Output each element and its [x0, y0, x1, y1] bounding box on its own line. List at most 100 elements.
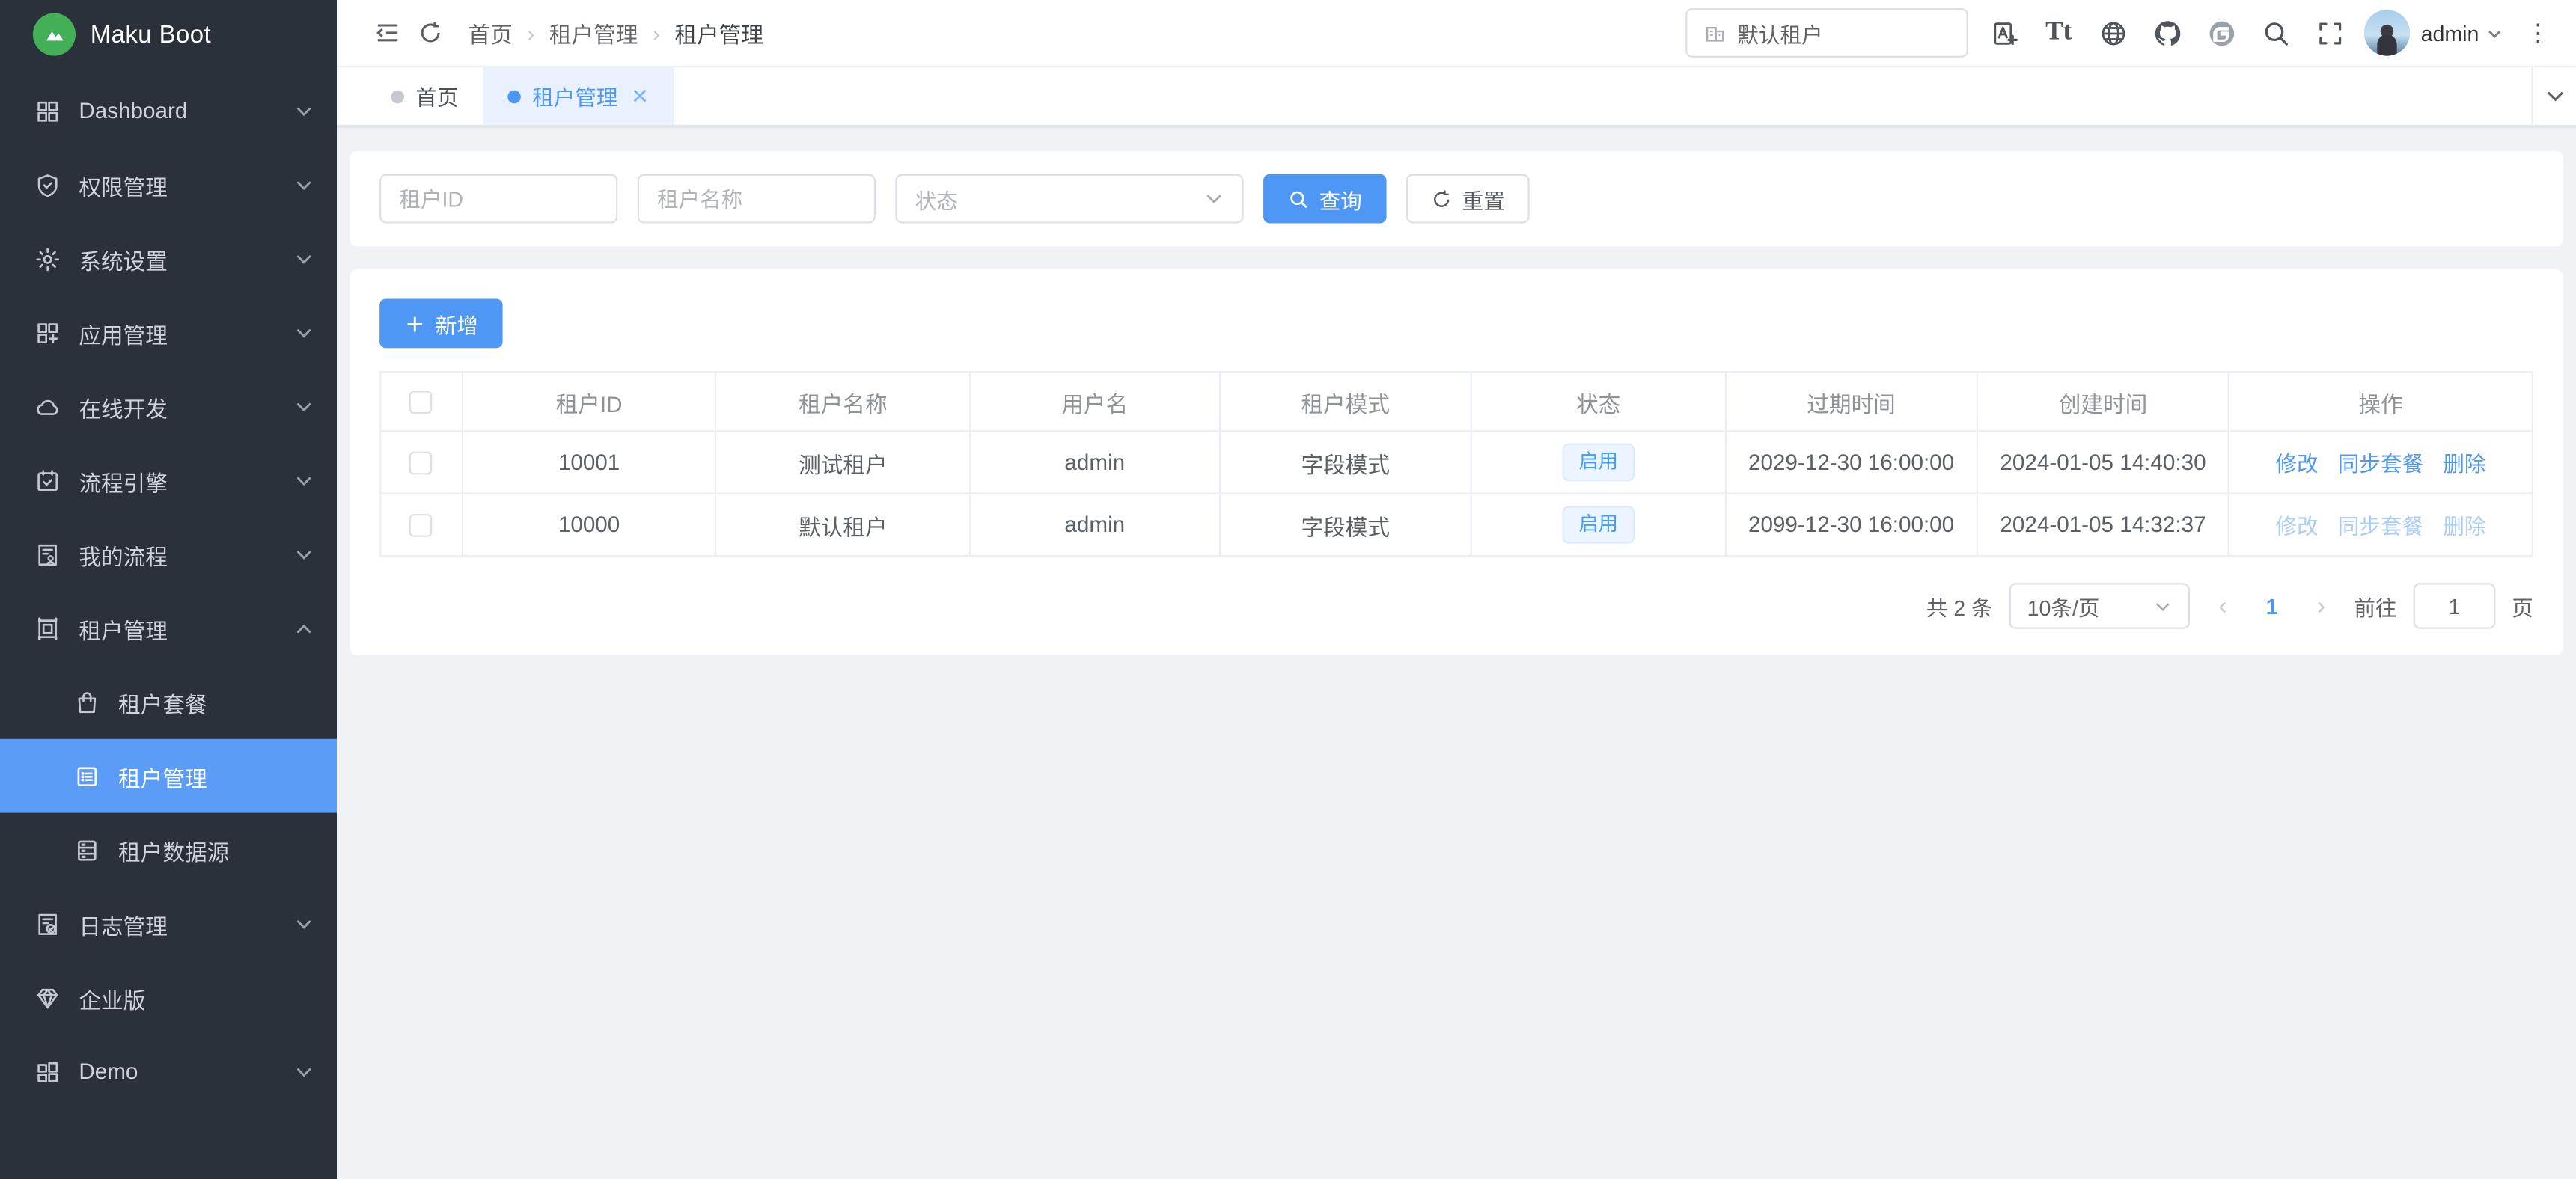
sidebar-item-7[interactable]: 租户管理 [0, 591, 337, 665]
sidebar-item-12[interactable]: 企业版 [0, 961, 337, 1035]
fullscreen-icon[interactable] [2303, 8, 2357, 58]
gear-icon [33, 245, 61, 272]
tab-label: 首页 [415, 81, 458, 112]
sidebar-item-label: Dashboard [79, 99, 294, 123]
tab-1-active[interactable]: 租户管理 ✕ [483, 67, 673, 125]
sidebar-item-1[interactable]: 权限管理 [0, 148, 337, 222]
top-navbar: 首页›租户管理›租户管理 默认租户 Tt admin ⋮ [337, 0, 2576, 67]
refresh-icon[interactable] [409, 11, 452, 54]
sidebar-item-11[interactable]: 日志管理 [0, 886, 337, 961]
gem-icon [33, 984, 61, 1011]
kebab-menu-icon[interactable]: ⋮ [2520, 8, 2556, 58]
next-page-button[interactable]: › [2305, 592, 2338, 619]
globe-icon[interactable] [2086, 8, 2140, 58]
sidebar-item-label: 租户套餐 [118, 685, 314, 718]
tenant-select[interactable]: 默认租户 [1685, 8, 1968, 58]
sidebar-item-10[interactable]: 租户数据源 [0, 813, 337, 887]
list-icon [73, 762, 100, 790]
cell-create-time: 2024-01-05 14:40:30 [1977, 431, 2229, 493]
column-header: 用户名 [970, 372, 1220, 431]
sidebar-item-13[interactable]: Demo [0, 1035, 337, 1109]
search-icon [1288, 188, 1310, 209]
page-content: 状态 查询 重置 新增 租户ID租户名称用户名租户模式状态过期时间创建时间操作 [337, 128, 2576, 1179]
action-link-1[interactable]: 同步套餐 [2338, 514, 2423, 539]
close-icon[interactable]: ✕ [631, 85, 649, 107]
breadcrumb-item[interactable]: 首页 [468, 16, 513, 49]
user-menu[interactable]: admin [2421, 20, 2504, 45]
font-size-icon[interactable]: Tt [2031, 8, 2085, 58]
chevron-down-icon [294, 101, 314, 120]
frame-icon [33, 614, 61, 642]
topbar-icons: Tt [1977, 8, 2357, 58]
sidebar-item-0[interactable]: Dashboard [0, 74, 337, 148]
action-link-0[interactable]: 修改 [2275, 452, 2318, 477]
sidebar-item-4[interactable]: 在线开发 [0, 370, 337, 444]
github-icon[interactable] [2140, 8, 2194, 58]
sidebar-item-8[interactable]: 租户套餐 [0, 665, 337, 739]
action-link-1[interactable]: 同步套餐 [2338, 452, 2423, 477]
breadcrumb-item: 租户管理 [675, 16, 764, 49]
current-page[interactable]: 1 [2256, 594, 2289, 619]
tabs-dropdown-icon[interactable] [2532, 67, 2576, 125]
table-row: 10001 测试租户 admin 字段模式 启用 2029-12-30 16:0… [380, 431, 2533, 493]
sidebar-collapse-icon[interactable] [367, 11, 409, 54]
chevron-down-icon [294, 471, 314, 490]
app-logo[interactable]: Maku Boot [0, 0, 337, 69]
table-row: 10000 默认租户 admin 字段模式 启用 2099-12-30 16:0… [380, 494, 2533, 556]
select-all-checkbox[interactable] [409, 391, 433, 414]
avatar[interactable] [2363, 10, 2409, 55]
column-header: 过期时间 [1725, 372, 1977, 431]
tenant-id-input[interactable] [379, 174, 617, 224]
translate-icon[interactable] [1977, 8, 2031, 58]
action-link-2[interactable]: 删除 [2443, 514, 2485, 539]
goto-page-input[interactable] [2414, 583, 2496, 628]
chevron-down-icon [294, 175, 314, 195]
add-button[interactable]: 新增 [379, 299, 503, 349]
sidebar-item-3[interactable]: 应用管理 [0, 295, 337, 370]
sidebar-item-label: 日志管理 [79, 907, 294, 940]
sidebar-item-6[interactable]: 我的流程 [0, 517, 337, 591]
cell-create-time: 2024-01-05 14:32:37 [1977, 494, 2229, 556]
chevron-up-icon [294, 618, 314, 637]
cell-mode: 字段模式 [1220, 494, 1471, 556]
sidebar-item-label: 权限管理 [79, 168, 294, 201]
chevron-down-icon [2154, 597, 2172, 615]
cell-tenant-name: 默认租户 [716, 494, 970, 556]
sidebar-item-2[interactable]: 系统设置 [0, 221, 337, 295]
column-header: 状态 [1471, 372, 1725, 431]
sidebar: Maku Boot Dashboard 权限管理系统设置应用管理在线开发流程引擎我… [0, 0, 337, 1179]
tab-dot [391, 90, 404, 103]
sidebar-item-label: 租户管理 [79, 612, 294, 645]
status-select[interactable]: 状态 [895, 174, 1243, 224]
page-size-select[interactable]: 10条/页 [2009, 583, 2190, 628]
gitee-icon[interactable] [2194, 8, 2248, 58]
chevron-down-icon [294, 396, 314, 416]
action-link-0[interactable]: 修改 [2275, 514, 2318, 539]
chevron-down-icon [294, 545, 314, 564]
column-header: 租户模式 [1220, 372, 1471, 431]
tab-label: 租户管理 [532, 81, 617, 112]
cell-username: admin [970, 494, 1220, 556]
reset-button[interactable]: 重置 [1406, 174, 1530, 224]
sidebar-item-9-active[interactable]: 租户管理 [0, 739, 337, 813]
table-header-row: 租户ID租户名称用户名租户模式状态过期时间创建时间操作 [380, 372, 2533, 431]
search-icon[interactable] [2248, 8, 2302, 58]
row-checkbox[interactable] [409, 452, 433, 475]
breadcrumb-separator: › [528, 20, 535, 45]
row-checkbox[interactable] [409, 515, 433, 538]
sidebar-item-label: 流程引擎 [79, 464, 294, 497]
search-button[interactable]: 查询 [1263, 174, 1387, 224]
breadcrumb-item[interactable]: 租户管理 [549, 16, 638, 49]
column-header: 操作 [2229, 372, 2533, 431]
status-select-placeholder: 状态 [915, 183, 958, 215]
user-name: admin [2421, 20, 2479, 45]
shield-check-icon [33, 171, 61, 198]
cell-tenant-id: 10000 [462, 494, 715, 556]
sidebar-item-label: 租户数据源 [118, 833, 314, 866]
prev-page-button[interactable]: ‹ [2206, 592, 2239, 619]
tab-0[interactable]: 首页 [367, 67, 483, 125]
filter-panel: 状态 查询 重置 [350, 151, 2563, 246]
sidebar-item-5[interactable]: 流程引擎 [0, 444, 337, 518]
tenant-name-input[interactable] [638, 174, 876, 224]
action-link-2[interactable]: 删除 [2443, 452, 2485, 477]
